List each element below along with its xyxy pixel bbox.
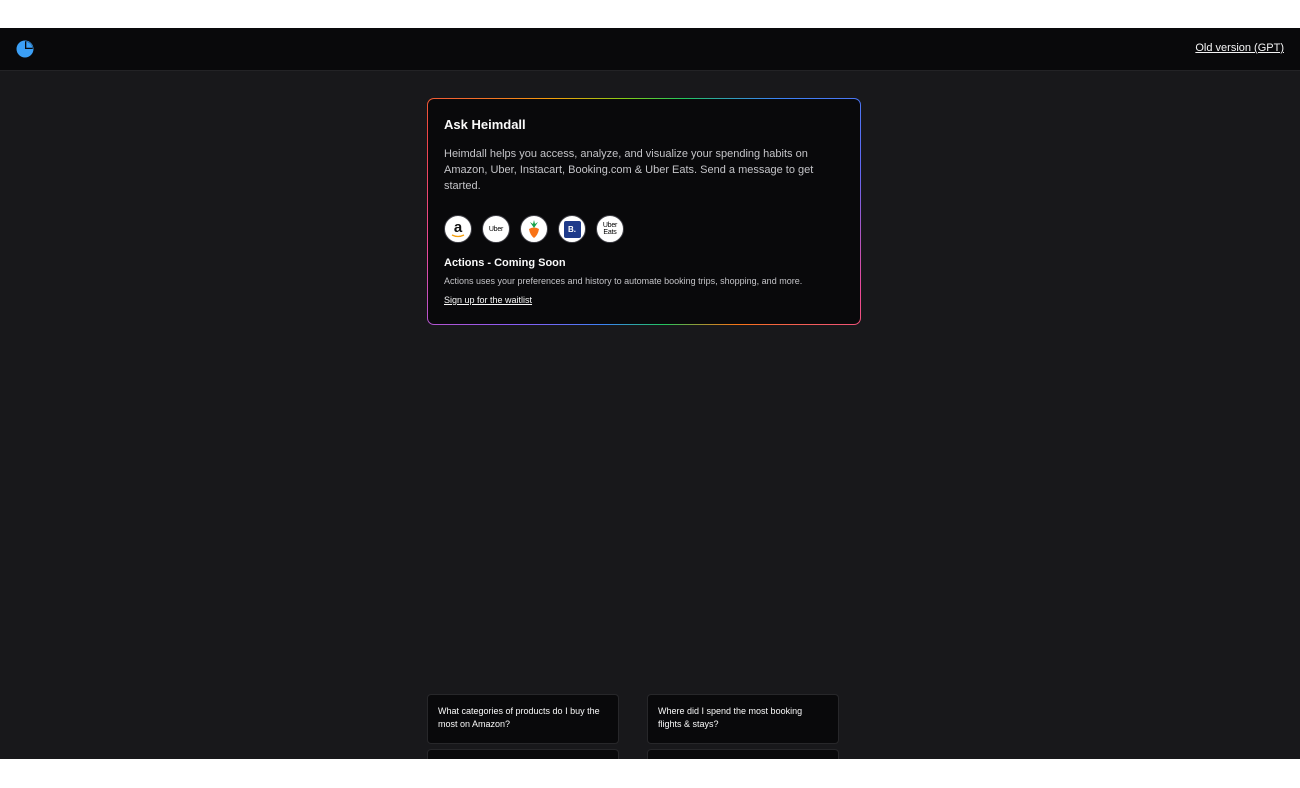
uber-icon: Uber xyxy=(482,215,510,243)
uber-eats-icon: Uber Eats xyxy=(596,215,624,243)
waitlist-link[interactable]: Sign up for the waitlist xyxy=(444,295,532,305)
amazon-smile-icon xyxy=(451,234,465,238)
app-window: Old version (GPT) Ask Heimdall Heimdall … xyxy=(0,28,1300,759)
intro-card-border: Ask Heimdall Heimdall helps you access, … xyxy=(427,98,861,325)
actions-title: Actions - Coming Soon xyxy=(444,257,566,269)
pie-chart-icon[interactable] xyxy=(16,40,34,58)
amazon-icon: a xyxy=(444,215,472,243)
old-version-link[interactable]: Old version (GPT) xyxy=(1195,42,1284,54)
suggestion-card[interactable] xyxy=(427,749,619,759)
instacart-icon xyxy=(520,215,548,243)
card-title: Ask Heimdall xyxy=(444,117,526,132)
uber-eats-glyph: Uber Eats xyxy=(602,222,618,236)
intro-card: Ask Heimdall Heimdall helps you access, … xyxy=(428,99,860,324)
actions-description: Actions uses your preferences and histor… xyxy=(444,276,803,286)
booking-icon: B. xyxy=(558,215,586,243)
top-bar: Old version (GPT) xyxy=(0,28,1300,71)
suggestion-amazon-categories[interactable]: What categories of products do I buy the… xyxy=(427,694,619,744)
card-description: Heimdall helps you access, analyze, and … xyxy=(444,148,814,192)
suggestion-card[interactable] xyxy=(647,749,839,759)
carrot-icon xyxy=(529,220,539,238)
amazon-glyph: a xyxy=(453,218,463,236)
brand-icons: a Uber B. Uber Eats xyxy=(444,215,624,243)
booking-glyph: B. xyxy=(563,220,581,238)
suggestion-booking-spend[interactable]: Where did I spend the most booking fligh… xyxy=(647,694,839,744)
uber-glyph: Uber xyxy=(488,225,504,233)
